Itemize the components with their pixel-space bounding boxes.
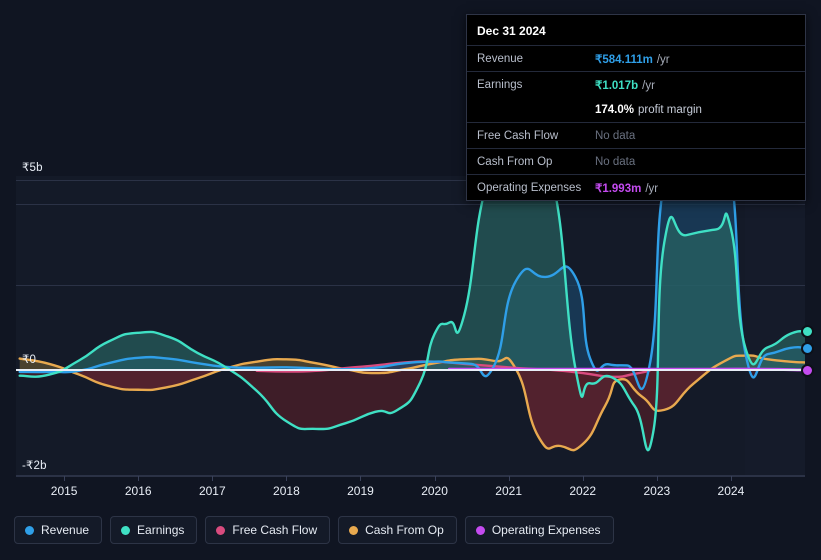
tooltip-row: 174.0% profit margin	[467, 97, 805, 122]
x-axis-label: 2015	[50, 484, 78, 498]
x-axis-tick	[656, 476, 658, 481]
tooltip-row: Free Cash Flow No data	[467, 122, 805, 148]
legend-color-dot	[25, 525, 34, 535]
legend-item-earnings[interactable]: Earnings	[110, 516, 198, 544]
x-axis-tick	[138, 476, 140, 481]
legend-item-cash-from-op[interactable]: Cash From Op	[338, 516, 457, 544]
legend-color-dot	[121, 525, 131, 535]
x-axis-label: 2022	[569, 484, 597, 498]
x-axis-label: 2023	[643, 484, 671, 498]
legend-item-revenue[interactable]: Revenue	[14, 516, 103, 544]
x-axis-line	[16, 476, 805, 477]
x-axis-tick	[286, 476, 288, 481]
tooltip-row-label: Operating Expenses	[477, 181, 582, 194]
tooltip-row-label: Revenue	[477, 52, 524, 65]
x-axis-label: 2019	[347, 484, 374, 498]
legend-color-dot	[475, 525, 485, 535]
x-axis-tick	[212, 476, 214, 481]
x-axis-label: 2018	[273, 484, 300, 498]
x-axis-label: 2016	[124, 484, 152, 498]
y-axis-label-zero: ₹0	[22, 354, 37, 366]
tooltip-row: Operating Expenses ₹1.993m/yr	[467, 174, 805, 200]
tooltip: Dec 31 2024 Revenue ₹584.111m/yr Earnings ₹…	[466, 14, 806, 201]
tooltip-row-value: 174.0% profit margin	[595, 103, 702, 116]
legend-item-label: Free Cash Flow	[232, 523, 318, 537]
earnings-and-revenue-chart: ₹5b ₹0 -₹2b 2015 2016 2017 2018 2019 2020 2021…	[0, 0, 821, 560]
legend-item-free-cash-flow[interactable]: Free Cash Flow	[205, 516, 331, 544]
tooltip-row-label: Free Cash Flow	[477, 129, 559, 142]
x-axis-tick	[730, 476, 732, 481]
x-axis-label: 2024	[717, 484, 745, 498]
legend: Revenue Earnings Free Cash Flow Cash From O…	[14, 516, 614, 544]
tooltip-row: Revenue ₹584.111m/yr	[467, 45, 805, 71]
x-axis-tick	[360, 476, 362, 481]
legend-color-dot	[349, 525, 359, 535]
legend-item-label: Earnings	[137, 523, 185, 537]
zero-line	[16, 369, 805, 371]
tooltip-row: Cash From Op No data	[467, 148, 805, 174]
x-axis-label: 2021	[495, 484, 522, 498]
tooltip-row-value: ₹1.993m/yr	[595, 182, 659, 195]
tooltip-rows: Revenue ₹584.111m/yr Earnings ₹1.017b/yr 174…	[467, 45, 805, 200]
legend-item-operating-expenses[interactable]: Operating Expenses	[464, 516, 614, 544]
tooltip-row-label: Earnings	[477, 78, 523, 91]
x-axis-tick	[434, 476, 436, 481]
y-axis-label-top: ₹5b	[22, 162, 43, 174]
legend-item-label: Operating Expenses	[491, 523, 601, 537]
tooltip-title: Dec 31 2024	[477, 24, 546, 38]
endpoint-dot-revenue	[801, 341, 814, 355]
endpoint-dot-operating-expenses	[801, 363, 814, 377]
tooltip-row-value: No data	[595, 129, 636, 142]
legend-color-dot	[216, 525, 226, 535]
tooltip-row-value: No data	[595, 155, 636, 168]
x-axis-label: 2017	[198, 484, 226, 498]
x-axis-tick	[582, 476, 584, 481]
legend-item-label: Cash From Op	[365, 523, 444, 537]
tooltip-row-value: ₹1.017b/yr	[595, 79, 655, 92]
x-axis-tick	[64, 476, 66, 481]
legend-item-label: Revenue	[41, 523, 90, 537]
y-axis-label-bottom: -₹2b	[22, 460, 47, 472]
x-axis-label: 2020	[421, 484, 448, 498]
tooltip-row-value: ₹584.111m/yr	[595, 53, 670, 66]
x-axis-tick	[508, 476, 510, 481]
tooltip-row: Earnings ₹1.017b/yr	[467, 71, 805, 97]
tooltip-row-label: Cash From Op	[477, 155, 553, 168]
